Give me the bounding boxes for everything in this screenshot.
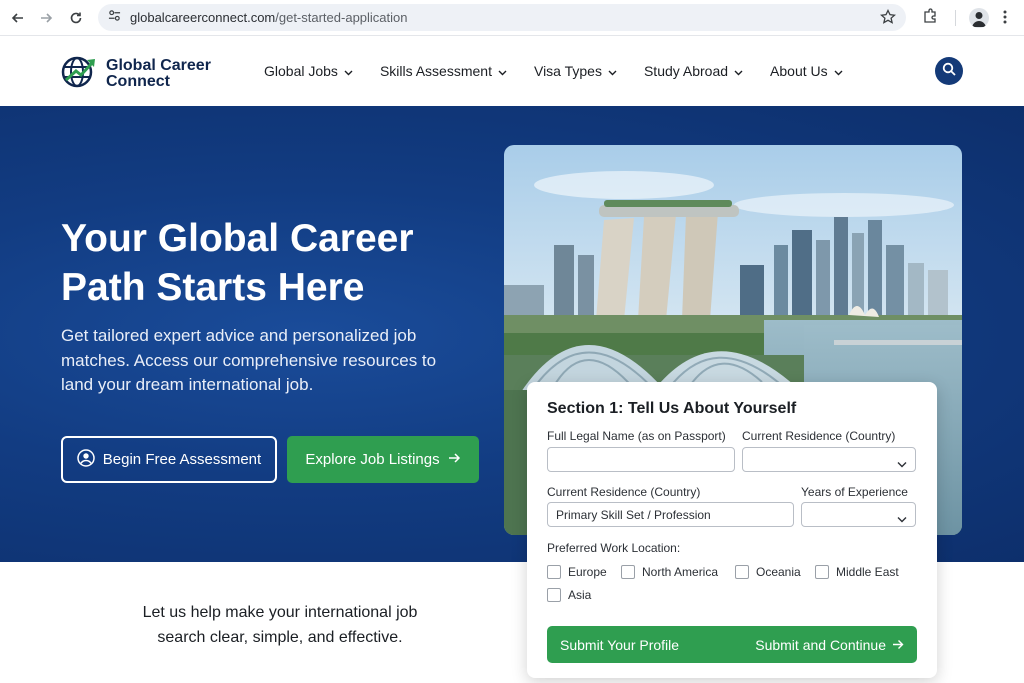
checkbox[interactable] (547, 588, 561, 602)
submit-profile-button[interactable]: Submit Your Profile Submit and Continue (547, 626, 917, 663)
chevron-down-icon (344, 63, 353, 79)
location-checkbox-asia[interactable]: Asia (547, 588, 591, 602)
nav-study-abroad[interactable]: Study Abroad (644, 63, 743, 79)
location-checkbox-oceania[interactable]: Oceania (735, 565, 801, 579)
checkbox[interactable] (621, 565, 635, 579)
chevron-down-icon (498, 63, 507, 79)
search-button[interactable] (935, 57, 963, 85)
explore-jobs-button[interactable]: Explore Job Listings (287, 436, 479, 483)
begin-assessment-button[interactable]: Begin Free Assessment (61, 436, 277, 483)
checkbox-label: Oceania (756, 565, 801, 579)
profile-avatar[interactable] (969, 8, 989, 28)
profile-form-card: Section 1: Tell Us About Yourself Full L… (527, 382, 937, 678)
chevron-down-icon (734, 63, 743, 79)
toolbar-divider (955, 10, 956, 26)
forward-arrow-icon[interactable] (36, 8, 56, 28)
logo-line-2: Connect (106, 72, 170, 90)
nav-visa-types[interactable]: Visa Types (534, 63, 617, 79)
experience-select[interactable] (801, 502, 916, 527)
back-arrow-icon[interactable] (8, 8, 28, 28)
skill-input[interactable]: Primary Skill Set / Profession (547, 502, 794, 527)
submit-profile-label: Submit Your Profile (560, 637, 680, 653)
explore-jobs-label: Explore Job Listings (305, 451, 440, 468)
location-checkbox-north-america[interactable]: North America (621, 565, 718, 579)
main-nav: Global Jobs Skills Assessment Visa Types… (264, 63, 870, 79)
checkbox[interactable] (735, 565, 749, 579)
url-domain: globalcareerconnect.com (130, 10, 276, 25)
address-bar[interactable]: globalcareerconnect.com/get-started-appl… (98, 4, 906, 31)
submit-continue-label: Submit and Continue (755, 637, 886, 653)
bookmark-star-icon[interactable] (879, 8, 897, 30)
globe-logo-icon (60, 54, 98, 93)
nav-label: Study Abroad (643, 63, 729, 79)
begin-assessment-label: Begin Free Assessment (102, 451, 262, 468)
url-path: /get-started-application (275, 10, 408, 25)
residence-label-2: Current Residence (Country) (547, 485, 701, 499)
location-label: Preferred Work Location: (547, 541, 681, 555)
experience-label: Years of Experience (801, 485, 908, 499)
logo-line-1: Global Career (106, 56, 211, 74)
full-name-input[interactable] (547, 447, 735, 472)
form-title: Section 1: Tell Us About Yourself (547, 400, 797, 417)
nav-label: Skills Assessment (379, 63, 492, 79)
submit-continue-button[interactable]: Submit and Continue (755, 637, 904, 653)
hero-subtitle: Get tailored expert advice and personali… (61, 326, 437, 394)
nav-label: About Us (770, 63, 828, 79)
logo[interactable]: Global Career Connect (60, 54, 211, 93)
extensions-icon[interactable] (922, 8, 939, 30)
full-name-label: Full Legal Name (as on Passport) (547, 429, 726, 443)
browser-toolbar: globalcareerconnect.com/get-started-appl… (0, 0, 1024, 36)
search-icon (942, 62, 956, 81)
checkbox[interactable] (815, 565, 829, 579)
checkbox-label: North America (642, 565, 719, 579)
chevron-down-icon (897, 510, 907, 528)
checkbox-label: Europe (568, 565, 607, 579)
residence-select[interactable] (742, 447, 916, 472)
tagline-text: Let us help make your international job … (142, 604, 418, 646)
arrow-right-icon (448, 451, 461, 468)
chevron-down-icon (608, 63, 617, 79)
logo-text: Global Career Connect (106, 56, 211, 90)
nav-global-jobs[interactable]: Global Jobs (264, 63, 353, 79)
location-checkbox-middle-east[interactable]: Middle East (815, 565, 899, 579)
arrow-right-icon (892, 637, 904, 653)
url-text: globalcareerconnect.com/get-started-appl… (130, 10, 408, 25)
site-header: Global Career Connect Global Jobs Skills… (0, 36, 1024, 106)
nav-skills-assessment[interactable]: Skills Assessment (380, 63, 507, 79)
location-checkbox-europe[interactable]: Europe (547, 565, 607, 579)
chevron-down-icon (897, 455, 907, 473)
nav-label: Visa Types (533, 63, 602, 79)
checkbox[interactable] (547, 565, 561, 579)
reload-icon[interactable] (66, 8, 86, 28)
nav-about-us[interactable]: About Us (770, 63, 843, 79)
chevron-down-icon (834, 63, 843, 79)
residence-label: Current Residence (Country) (742, 429, 896, 443)
browser-menu-icon[interactable] (1003, 9, 1007, 30)
site-settings-icon[interactable] (108, 9, 121, 27)
checkbox-label: Middle East (836, 565, 899, 579)
checkbox-label: Asia (568, 588, 592, 602)
hero-title: Your Global Career Path Starts Here (61, 217, 414, 309)
nav-label: Global Jobs (264, 63, 338, 79)
user-circle-icon (77, 448, 103, 471)
